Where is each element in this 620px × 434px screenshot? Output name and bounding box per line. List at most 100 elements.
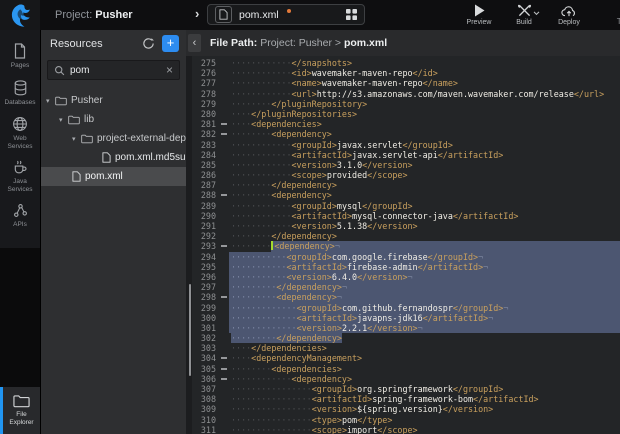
fold-marker-icon[interactable] — [221, 123, 227, 125]
project-name: Pusher — [95, 9, 132, 21]
xml-text: 5.1.38 — [337, 221, 367, 231]
tree-file-icon — [72, 171, 81, 182]
fold-marker-icon[interactable] — [221, 378, 227, 380]
line-number: 290 — [192, 211, 220, 221]
code-line[interactable]: 295···········<artifactId>firebase-admin… — [192, 262, 620, 272]
code-line[interactable]: 309················<version>${spring.ver… — [192, 404, 620, 414]
build-button[interactable]: Build — [509, 4, 539, 26]
code-line[interactable]: 304····<dependencyManagement> — [192, 353, 620, 363]
collapse-panel-chevron-icon[interactable]: ‹ — [188, 34, 201, 52]
fold-column — [220, 119, 229, 129]
refresh-icon[interactable] — [142, 37, 155, 50]
chevron-down-icon[interactable] — [533, 11, 540, 16]
code-line[interactable]: 306············<dependency> — [192, 374, 620, 384]
code-text: ················<scope>import</scope> — [229, 425, 620, 434]
code-line[interactable]: 301·············<version>2.2.1</version>… — [192, 323, 620, 333]
sidebar-item-java-services[interactable]: Java Services — [0, 155, 40, 198]
xml-tag: <dependency> — [292, 374, 353, 384]
code-line[interactable]: 303····</dependencies> — [192, 343, 620, 353]
code-line[interactable]: 305········<dependencies> — [192, 364, 620, 374]
code-line[interactable]: 302·········</dependency> — [192, 333, 620, 343]
code-line[interactable]: 281····<dependencies> — [192, 119, 620, 129]
code-line[interactable]: 298·········<dependency>¬ — [192, 292, 620, 302]
folder-icon — [13, 394, 30, 408]
indent-whitespace: ··········· — [231, 252, 286, 262]
fold-marker-icon[interactable] — [221, 368, 227, 370]
tree-item-label: project-external-dependencies — [97, 133, 186, 144]
resources-search[interactable]: × — [47, 60, 180, 80]
code-line[interactable]: 300·············<artifactId>javapns-jdk1… — [192, 313, 620, 323]
code-line[interactable]: 284············<artifactId>javax.servlet… — [192, 150, 620, 160]
code-text: ············<version>3.1.0</version> — [229, 160, 620, 170]
code-line[interactable]: 311················<scope>import</scope> — [192, 425, 620, 434]
code-line[interactable]: 287········</dependency> — [192, 180, 620, 190]
code-line[interactable]: 289············<groupId>mysql</groupId> — [192, 201, 620, 211]
tree-item-pom-xml-md5sum[interactable]: pom.xml.md5sum — [41, 148, 186, 167]
wavemaker-logo-icon[interactable] — [0, 0, 40, 30]
open-file-tab[interactable]: pom.xml — [207, 4, 365, 25]
fold-column — [220, 404, 229, 414]
expand-arrow-icon[interactable]: ▾ — [59, 116, 68, 124]
sidebar-item-pages[interactable]: Pages — [0, 38, 40, 75]
expand-arrow-icon[interactable]: ▾ — [72, 135, 81, 143]
sidebar-item-databases[interactable]: Databases — [0, 75, 40, 112]
line-number: 308 — [192, 394, 220, 404]
tree-item-lib[interactable]: ▾lib — [41, 110, 186, 129]
toolbar-actions: Preview Build Deploy — [464, 0, 584, 30]
sidebar-item-apis[interactable]: APIs — [0, 198, 40, 234]
code-line[interactable]: 285 ············<version>3.1.0</version> — [192, 160, 620, 170]
fold-column — [220, 364, 229, 374]
sidebar-item-web-services[interactable]: Web Services — [0, 111, 40, 155]
fold-column — [220, 415, 229, 425]
code-line[interactable]: 294···········<groupId>com.google.fireba… — [192, 252, 620, 262]
code-line[interactable]: 276············<id>wavemaker-maven-repo<… — [192, 68, 620, 78]
code-line[interactable]: 275 ············</snapshots> — [192, 58, 620, 68]
code-line[interactable]: 310················<type>pom</type> — [192, 415, 620, 425]
grid-view-icon[interactable] — [346, 9, 357, 20]
code-line[interactable]: 308················<artifactId>spring-fr… — [192, 394, 620, 404]
code-line[interactable]: 292········</dependency> — [192, 231, 620, 241]
preview-button[interactable]: Preview — [464, 4, 494, 26]
fold-marker-icon[interactable] — [221, 245, 227, 247]
line-number: 275 — [192, 58, 220, 68]
code-line[interactable]: 293········<dependency>¬ — [192, 241, 620, 251]
fold-marker-icon[interactable] — [221, 357, 227, 359]
code-line[interactable]: 291············<version>5.1.38</version> — [192, 221, 620, 231]
scrollbar-thumb[interactable] — [189, 284, 191, 376]
code-line[interactable]: 290············<artifactId>mysql-connect… — [192, 211, 620, 221]
resources-panel: Resources + × ▾Pusher▾lib▾project-extern… — [40, 30, 186, 434]
code-line[interactable]: 283············<groupId>javax.servlet</g… — [192, 140, 620, 150]
code-line[interactable]: 288········<dependency> — [192, 190, 620, 200]
code-line[interactable]: 280····</pluginRepositories> — [192, 109, 620, 119]
code-line[interactable]: 279········</pluginRepository> — [192, 99, 620, 109]
code-line[interactable]: 297·········</dependency>¬ — [192, 282, 620, 292]
code-line[interactable]: 299·············<groupId>com.github.fern… — [192, 303, 620, 313]
code-area[interactable]: 275 ············</snapshots>276··········… — [192, 56, 620, 434]
code-text: ············</snapshots> — [229, 58, 620, 68]
sidebar-item-file-explorer[interactable]: File Explorer — [0, 387, 40, 434]
xml-tag: </groupId> — [428, 252, 478, 262]
fold-marker-icon[interactable] — [221, 194, 227, 196]
code-line[interactable]: 307················<groupId>org.springfr… — [192, 384, 620, 394]
indent-whitespace: ············ — [231, 374, 292, 384]
fold-marker-icon[interactable] — [221, 296, 227, 298]
line-number: 285 — [192, 160, 220, 170]
code-text: ············<groupId>javax.servlet</grou… — [229, 140, 620, 150]
deploy-button[interactable]: Deploy — [554, 4, 584, 26]
code-line[interactable]: 278············<url>http://s3.amazonaws.… — [192, 89, 620, 99]
search-input[interactable] — [70, 65, 161, 76]
code-line[interactable]: 286············<scope>provided</scope> — [192, 170, 620, 180]
code-line[interactable]: 277············<name>wavemaker-maven-rep… — [192, 78, 620, 88]
fold-marker-icon[interactable] — [221, 133, 227, 135]
add-resource-button[interactable]: + — [162, 35, 179, 52]
clear-search-icon[interactable]: × — [166, 64, 173, 76]
line-end-mark: ¬ — [483, 262, 488, 272]
indent-whitespace: ················ — [231, 415, 312, 425]
code-text: ········</dependency> — [229, 231, 620, 241]
code-line[interactable]: 296···········<version>6.4.0</version>¬ — [192, 272, 620, 282]
tree-item-pom-xml[interactable]: pom.xml — [41, 167, 186, 186]
tree-item-project-external-dependencies[interactable]: ▾ project-external-dependencies — [41, 129, 186, 148]
code-line[interactable]: 282········<dependency> — [192, 129, 620, 139]
tree-item-pusher[interactable]: ▾Pusher — [41, 91, 186, 110]
expand-arrow-icon[interactable]: ▾ — [46, 97, 55, 105]
